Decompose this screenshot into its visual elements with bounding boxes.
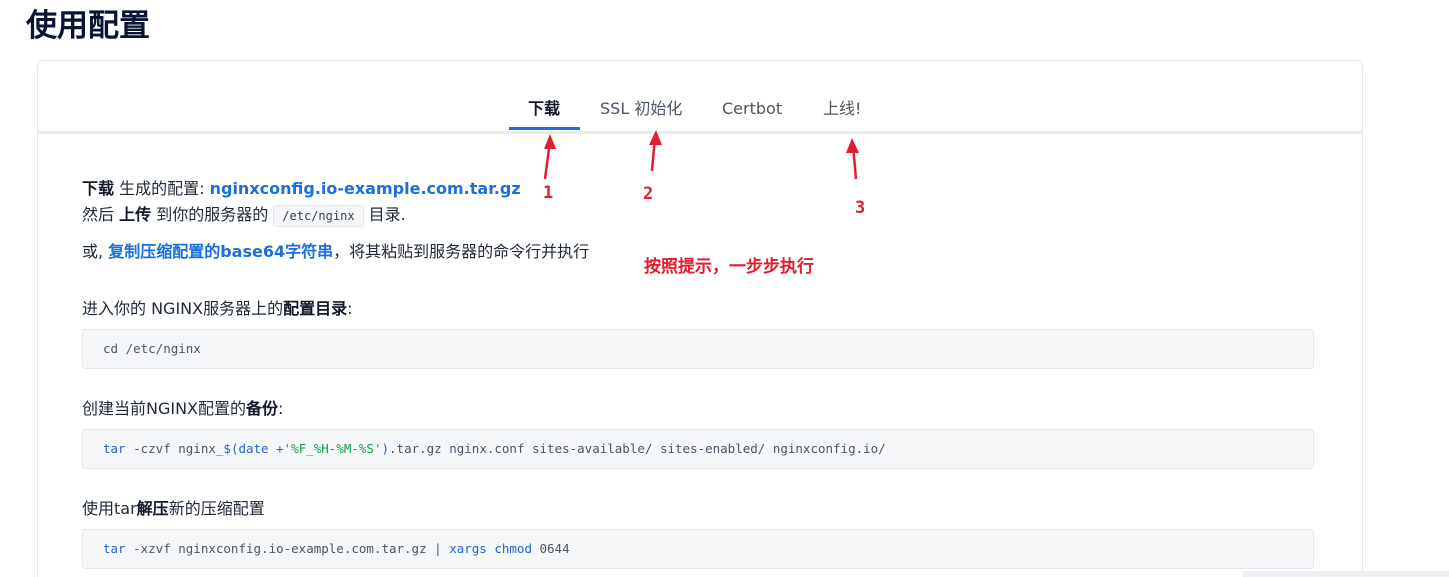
code-text: -xzvf nginxconfig.io-example.com.tar.gz … [125,541,450,556]
annotation-arrow-up-icon [543,134,556,180]
code-keyword: tar [103,541,126,556]
page-root: 使用配置 下载 SSL 初始化 Certbot 上线! 下载 生成的配置: ng… [0,0,1449,577]
download-archive-link[interactable]: nginxconfig.io-example.com.tar.gz [210,179,521,198]
page-title: 使用配置 [26,8,150,44]
step-text: 使用tar [82,499,137,518]
code-keyword: ) [381,441,390,456]
code-keyword: tar [103,441,126,456]
code-text: -czvf nginx_ [125,441,224,456]
annotation-hint: 按照提示，一步步执行 [644,257,814,277]
download-line: 下载 生成的配置: nginxconfig.io-example.com.tar… [82,176,1322,202]
tab-download[interactable]: 下载 [528,99,560,119]
upload-label: 上传 [119,205,152,224]
step-text: 进入你的 NGINX服务器上的 [82,299,284,318]
code-text: .tar.gz nginx.conf sites-available/ site… [389,441,886,456]
step-text: 新的压缩配置 [168,499,265,518]
step-text: 创建当前NGINX配置的 [82,399,247,418]
annotation-arrow-up-icon [846,138,859,180]
code-string: '%F_%H-%M-%S' [283,441,382,456]
code-keyword: $(date + [223,441,284,456]
upload-text-a: 然后 [82,205,120,224]
upload-text-c: 目录. [363,205,406,224]
tab-certbot[interactable]: Certbot [722,99,782,119]
code-text: 0644 [531,541,570,556]
annotation-number-3: 3 [855,198,866,218]
bottom-edge-divider [1243,571,1449,577]
code-block-backup[interactable]: tar -czvf nginx_$(date +'%F_%H-%M-%S').t… [82,429,1314,469]
step-text-bold: 解压 [136,499,169,518]
download-text: 生成的配置: [114,179,210,198]
annotation-arrow-up-icon [649,130,662,172]
code-text: cd /etc/nginx [103,341,201,356]
step-text-bold: 备份 [246,399,279,418]
tab-bar: 下载 SSL 初始化 Certbot 上线! [38,61,1362,134]
code-block-cd[interactable]: cd /etc/nginx [82,329,1314,369]
download-label: 下载 [82,179,115,198]
copy-base64-link[interactable]: 复制压缩配置的base64字符串 [108,242,333,261]
code-block-extract[interactable]: tar -xzvf nginxconfig.io-example.com.tar… [82,529,1314,569]
step-backup-label: 创建当前NGINX配置的备份: [82,398,283,420]
step-text: : [278,399,284,418]
config-card: 下载 SSL 初始化 Certbot 上线! 下载 生成的配置: nginxco… [37,60,1363,577]
active-tab-indicator [509,127,580,130]
base64-text-a: 或, [82,242,109,261]
upload-text-b: 到你的服务器的 [151,205,274,224]
step-text: : [347,299,353,318]
tab-ssl-init[interactable]: SSL 初始化 [600,99,682,119]
step-extract-label: 使用tar解压新的压缩配置 [82,498,265,520]
step-config-dir-label: 进入你的 NGINX服务器上的配置目录: [82,298,353,320]
tab-go-live[interactable]: 上线! [823,99,861,119]
annotation-number-2: 2 [643,184,654,204]
annotation-number-1: 1 [543,183,554,203]
nginx-dir-code: /etc/nginx [273,205,364,227]
base64-text-b: ，将其粘贴到服务器的命令行并执行 [333,242,590,261]
step-text-bold: 配置目录 [283,299,348,318]
code-keyword: xargs chmod [449,541,532,556]
upload-line: 然后 上传 到你的服务器的 /etc/nginx 目录. [82,202,1322,229]
